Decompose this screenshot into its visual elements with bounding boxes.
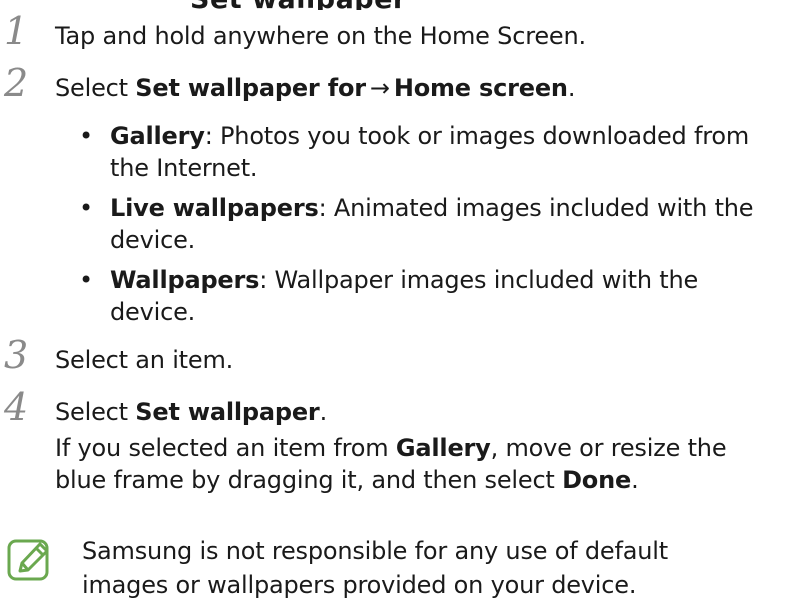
bullet-icon: • [79, 122, 94, 150]
step-1-text: Tap and hold anywhere on the Home Screen… [55, 22, 586, 50]
bullet-wallpapers-line2: device. [110, 298, 196, 326]
bullet-icon: • [79, 194, 94, 222]
detail-text: . [631, 466, 639, 494]
step-2-suffix: . [567, 74, 576, 102]
bullet-text: Gallery: Photos you took or images downl… [110, 120, 749, 152]
set-wallpaper-label: Set wallpaper [135, 398, 320, 426]
gallery-label: Gallery [395, 434, 491, 462]
bullet-text: Wallpapers: Wallpaper images included wi… [110, 264, 698, 296]
home-screen-label: Home screen [393, 74, 568, 102]
step-text: Select an item. [55, 344, 233, 376]
cut-off-heading: Set wallpaper [0, 0, 796, 10]
bullet-term: Gallery [110, 122, 205, 150]
step-text: Select Set wallpaper. [55, 396, 327, 428]
note-line-2: images or wallpapers provided on your de… [82, 571, 637, 599]
arrow-right-icon: → [369, 74, 390, 102]
cut-off-heading-text: Set wallpaper [190, 0, 407, 10]
done-label: Done [562, 466, 632, 494]
step-number: 3 [4, 333, 29, 377]
step-2-prefix: Select [55, 74, 136, 102]
detail-text: , move or resize the [490, 434, 727, 462]
step-4-suffix: . [319, 398, 328, 426]
bullet-gallery-line2: the Internet. [110, 154, 258, 182]
step-number: 4 [4, 385, 29, 429]
step-4-prefix: Select [55, 398, 136, 426]
detail-text: If you selected an item from [55, 434, 396, 462]
step-4-detail-line2: blue frame by dragging it, and then sele… [55, 464, 639, 496]
note-line-1: Samsung is not responsible for any use o… [82, 537, 668, 565]
detail-text: blue frame by dragging it, and then sele… [55, 466, 563, 494]
bullet-icon: • [79, 266, 94, 294]
bullet-text: Live wallpapers: Animated images include… [110, 192, 754, 224]
step-text: Select Set wallpaper for → Home screen. [55, 72, 575, 104]
bullet-desc: : Wallpaper images included with the [259, 266, 699, 294]
step-4-detail-line1: If you selected an item from Gallery, mo… [55, 432, 727, 464]
step-number: 2 [4, 61, 29, 105]
manual-page: Set wallpaper 1 Tap and hold anywhere on… [0, 0, 796, 605]
step-3-text: Select an item. [55, 346, 234, 374]
step-number: 1 [4, 9, 29, 53]
bullet-desc: : Animated images included with the [318, 194, 754, 222]
bullet-term: Wallpapers [110, 266, 260, 294]
bullet-desc: : Photos you took or images downloaded f… [204, 122, 750, 150]
bullet-live-wallpapers-line2: device. [110, 226, 196, 254]
note-box: Samsung is not responsible for any use o… [0, 535, 796, 605]
note-pencil-icon [7, 539, 49, 581]
set-wallpaper-for-label: Set wallpaper for [135, 74, 366, 102]
bullet-term: Live wallpapers [110, 194, 319, 222]
step-text: Tap and hold anywhere on the Home Screen… [55, 20, 586, 52]
